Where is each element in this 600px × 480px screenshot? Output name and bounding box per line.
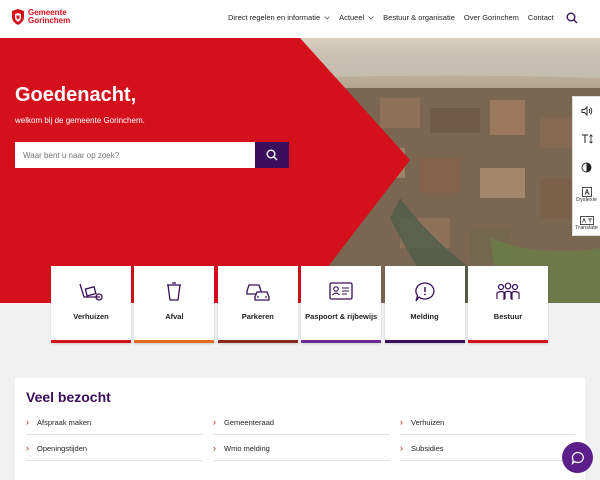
people-icon <box>496 282 520 300</box>
nav-item-bestuur[interactable]: Bestuur & organisatie <box>383 13 455 22</box>
tile-accent-bar <box>301 340 382 343</box>
alert-bubble-icon <box>414 282 435 302</box>
tile-verhuizen[interactable]: Verhuizen <box>51 266 131 343</box>
tile-label: Afval <box>165 312 184 321</box>
translate-button[interactable]: Translate <box>573 209 600 237</box>
popular-link[interactable]: › Afspraak maken <box>26 410 203 435</box>
logo-line2: Gorinchem <box>28 16 71 25</box>
chevron-down-icon <box>324 15 330 20</box>
tile-accent-bar <box>51 340 131 343</box>
nav-item-over-gorinchem[interactable]: Over Gorinchem <box>464 13 519 22</box>
site-header: Gemeente Gorinchem Direct regelen en inf… <box>0 0 600 38</box>
tile-label: Verhuizen <box>73 312 109 321</box>
accessibility-toolbar: Dyslexie Translate <box>572 96 600 236</box>
read-aloud-button[interactable] <box>573 97 600 125</box>
cars-icon <box>246 284 270 301</box>
translate-label: Translate <box>575 224 598 231</box>
nav-item-direct-regelen[interactable]: Direct regelen en informatie <box>228 13 330 22</box>
hero-background-image <box>0 38 600 303</box>
popular-link-label: Openingstijden <box>37 443 88 453</box>
tile-melding[interactable]: Melding <box>384 266 465 343</box>
tile-bestuur[interactable]: Bestuur <box>467 266 548 343</box>
nav-item-contact[interactable]: Contact <box>528 13 554 22</box>
tile-accent-bar <box>467 340 548 343</box>
search-icon <box>266 149 278 161</box>
popular-link-label: Gemeenteraad <box>224 417 275 427</box>
tile-paspoort[interactable]: Paspoort & rijbewijs <box>301 266 382 343</box>
popular-link-label: Subsidies <box>411 443 444 453</box>
nav-item-actueel[interactable]: Actueel <box>339 13 374 22</box>
logo[interactable]: Gemeente Gorinchem <box>11 9 70 25</box>
contrast-icon <box>581 162 592 172</box>
chevron-down-icon <box>368 15 374 20</box>
tile-label: Melding <box>410 312 439 321</box>
logo-icon <box>12 9 24 25</box>
tile-parkeren[interactable]: Parkeren <box>217 266 298 343</box>
tile-label: Paspoort & rijbewijs <box>305 312 378 321</box>
search-input[interactable] <box>15 142 255 168</box>
moving-truck-icon <box>79 283 103 301</box>
popular-link-label: Verhuizen <box>411 417 445 427</box>
popular-link-label: Wmo melding <box>224 443 270 453</box>
search-box <box>15 142 255 168</box>
chat-bubble-icon <box>571 451 584 465</box>
tile-label: Parkeren <box>241 312 274 321</box>
hero: Goedenacht, welkom bij de gemeente Gorin… <box>0 38 600 303</box>
text-size-button[interactable] <box>573 125 600 153</box>
nav-item-label: Actueel <box>339 13 365 22</box>
search-icon[interactable] <box>566 12 578 24</box>
chat-button[interactable] <box>562 442 593 473</box>
popular-link[interactable]: › Subsidies <box>400 436 575 461</box>
chevron-right-icon: › <box>213 443 216 453</box>
tile-accent-bar <box>217 340 298 343</box>
id-card-icon <box>329 282 353 300</box>
quick-tiles: Verhuizen Afval Parkeren Paspoort & rijb… <box>51 266 551 343</box>
tile-accent-bar <box>134 340 215 343</box>
dyslexie-label: Dyslexie <box>576 197 597 203</box>
popular-section: Veel bezocht › Afspraak maken › Gemeente… <box>15 378 585 480</box>
chevron-right-icon: › <box>400 443 403 453</box>
trash-icon <box>167 282 182 301</box>
search-button[interactable] <box>255 142 289 168</box>
chevron-right-icon: › <box>400 417 403 427</box>
tile-label: Bestuur <box>493 312 523 321</box>
greeting-heading: Goedenacht, <box>15 84 137 106</box>
nav-item-label: Contact <box>527 13 554 22</box>
tile-afval[interactable]: Afval <box>134 266 215 343</box>
dyslexie-button[interactable]: Dyslexie <box>573 181 600 209</box>
speaker-icon <box>581 106 592 116</box>
greeting-subtitle: welkom bij de gemeente Gorinchem. <box>15 116 145 125</box>
chevron-right-icon: › <box>213 417 216 427</box>
text-size-icon <box>581 134 593 144</box>
popular-link-label: Afspraak maken <box>37 417 92 427</box>
nav-item-label: Over Gorinchem <box>463 13 519 22</box>
chevron-right-icon: › <box>26 443 29 453</box>
contrast-button[interactable] <box>573 153 600 181</box>
popular-title: Veel bezocht <box>26 389 111 405</box>
popular-link[interactable]: › Gemeenteraad <box>213 410 390 435</box>
nav-item-label: Bestuur & organisatie <box>383 13 455 22</box>
tile-accent-bar <box>384 340 465 343</box>
translate-icon <box>579 215 594 225</box>
popular-link[interactable]: › Wmo melding <box>213 436 390 461</box>
dyslexie-icon <box>581 187 592 197</box>
popular-link[interactable]: › Verhuizen <box>400 410 575 435</box>
chevron-right-icon: › <box>26 417 29 427</box>
popular-link[interactable]: › Openingstijden <box>26 436 203 461</box>
nav-item-label: Direct regelen en informatie <box>228 13 321 22</box>
main-nav: Direct regelen en informatie Actueel Bes… <box>228 13 563 22</box>
